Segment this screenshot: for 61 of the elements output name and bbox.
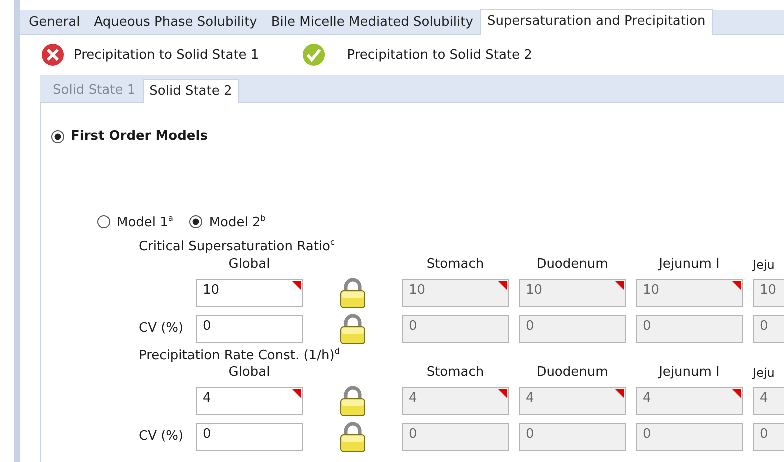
- column-header: Global: [228, 364, 272, 381]
- radio-label[interactable]: Model 2$^{b}$: [209, 214, 266, 230]
- tab[interactable]: Aqueous Phase Solubility: [87, 10, 264, 34]
- radio-button[interactable]: [189, 215, 204, 230]
- column-header: Jejunum I: [658, 256, 721, 273]
- input-field[interactable]: 0: [402, 422, 509, 451]
- input-field[interactable]: 10: [636, 278, 743, 307]
- error-icon: [40, 43, 66, 67]
- column-header: Stomach: [426, 256, 486, 273]
- status-label: Precipitation to Solid State 1: [74, 48, 260, 62]
- section-title: Precipitation Rate Const. (1/h)$^{d}$: [139, 346, 340, 363]
- marker-icon: [498, 280, 507, 290]
- input-field[interactable]: 4: [753, 386, 784, 415]
- radio-label[interactable]: First Order Models: [71, 129, 208, 144]
- input-field[interactable]: 0: [519, 314, 626, 343]
- row-label: CV (%): [139, 321, 185, 336]
- column-header: Duodenum: [536, 256, 610, 273]
- input-field[interactable]: 4: [196, 386, 303, 415]
- column-header: Jeju: [753, 256, 776, 273]
- input-field[interactable]: 4: [519, 386, 626, 415]
- column-header: Jeju: [753, 364, 776, 381]
- marker-icon: [498, 388, 507, 398]
- input-field[interactable]: 0: [519, 422, 626, 451]
- tab[interactable]: Bile Micelle Mediated Solubility: [264, 10, 480, 34]
- tab[interactable]: General: [22, 10, 88, 34]
- status-label: Precipitation to Solid State 2: [347, 48, 532, 62]
- input-field[interactable]: 10: [519, 278, 626, 307]
- marker-icon: [292, 388, 301, 398]
- padlock-icon[interactable]: [338, 312, 366, 345]
- padlock-icon[interactable]: [338, 276, 366, 309]
- padlock-icon[interactable]: [338, 420, 366, 453]
- input-field[interactable]: 0: [402, 314, 509, 343]
- row-label: CV (%): [139, 429, 185, 444]
- padlock-icon[interactable]: [338, 384, 366, 417]
- column-header: Jejunum I: [658, 364, 721, 381]
- marker-icon: [292, 280, 301, 290]
- radio-label[interactable]: Model 1$^{a}$: [117, 214, 174, 230]
- radio-button[interactable]: [97, 215, 111, 230]
- column-header: Duodenum: [536, 364, 610, 381]
- tab[interactable]: Solid State 2: [142, 79, 240, 103]
- input-field[interactable]: 10: [753, 278, 784, 307]
- input-field[interactable]: 0: [753, 422, 784, 451]
- column-header: Global: [228, 256, 272, 273]
- check-icon: [301, 43, 328, 67]
- input-field[interactable]: 0: [196, 314, 303, 343]
- input-field[interactable]: 10: [402, 278, 509, 307]
- marker-icon: [732, 280, 741, 290]
- tab[interactable]: Supersaturation and Precipitation: [480, 9, 713, 35]
- input-field[interactable]: 10: [196, 278, 303, 307]
- input-field[interactable]: 0: [753, 314, 784, 343]
- input-field[interactable]: 4: [636, 386, 743, 415]
- input-field[interactable]: 0: [636, 314, 743, 343]
- radio-button[interactable]: [51, 130, 65, 144]
- section-title: Critical Supersaturation Ratio$^{c}$: [139, 238, 335, 255]
- input-field[interactable]: 0: [196, 422, 303, 451]
- marker-icon: [615, 388, 624, 398]
- input-field[interactable]: 4: [402, 386, 509, 415]
- marker-icon: [615, 280, 624, 290]
- marker-icon: [732, 388, 741, 398]
- input-field[interactable]: 0: [636, 422, 743, 451]
- column-header: Stomach: [426, 364, 486, 381]
